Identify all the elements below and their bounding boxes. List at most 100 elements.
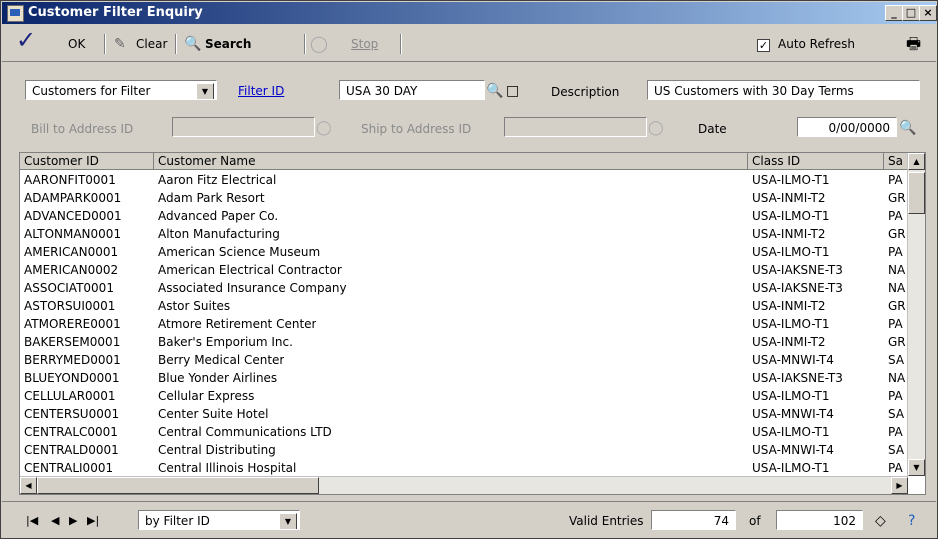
table-row[interactable]: CENTRALC0001 Central Communications LTD US… xyxy=(20,423,908,441)
customer-id-cell: CENTRALC0001 xyxy=(24,425,118,439)
first-record-icon[interactable]: |◀ xyxy=(26,514,38,527)
chevron-down-icon[interactable]: ▼ xyxy=(279,513,297,529)
next-record-icon[interactable]: ▶ xyxy=(69,514,77,527)
of-label: of xyxy=(749,514,761,528)
customer-id-cell: AARONFIT0001 xyxy=(24,173,116,187)
close-button[interactable]: × xyxy=(919,5,937,21)
salesperson-cell: PA xyxy=(888,209,903,223)
class-id-cell: USA-ILMO-T1 xyxy=(752,425,830,439)
salesperson-cell: PA xyxy=(888,389,903,403)
customer-id-cell: ASSOCIAT0001 xyxy=(24,281,114,295)
table-row[interactable]: CENTRALI0001 Central Illinois Hospital USA… xyxy=(20,459,908,477)
description-field[interactable]: US Customers with 30 Day Terms xyxy=(647,80,920,100)
table-row[interactable]: CENTRALD0001 Central Distributing USA-MNWI… xyxy=(20,441,908,459)
date-lookup-icon[interactable]: 🔍 xyxy=(899,118,916,138)
customer-id-cell: AMERICAN0001 xyxy=(24,245,119,259)
printer-icon[interactable]: 🖶 xyxy=(906,34,921,54)
bill-to-address-input[interactable] xyxy=(172,117,315,137)
vertical-scrollbar[interactable]: ▲ ▼ xyxy=(907,153,925,476)
scroll-thumb[interactable] xyxy=(908,172,925,214)
toolbar-separator xyxy=(304,34,306,54)
customer-name-cell: Astor Suites xyxy=(158,299,231,313)
ok-check-icon[interactable]: ✓ xyxy=(16,28,36,52)
column-header-customer-name[interactable]: Customer Name xyxy=(154,153,748,170)
table-row[interactable]: BERRYMED0001 Berry Medical Center USA-MNWI… xyxy=(20,351,908,369)
customer-id-cell: BLUEYOND0001 xyxy=(24,371,120,385)
table-row[interactable]: BLUEYOND0001 Blue Yonder Airlines USA-IAKS… xyxy=(20,369,908,387)
customer-name-cell: Cellular Express xyxy=(158,389,255,403)
customer-id-cell: BERRYMED0001 xyxy=(24,353,121,367)
stop-button[interactable]: Stop xyxy=(351,34,378,54)
scroll-up-arrow-icon[interactable]: ▲ xyxy=(908,153,925,170)
table-row[interactable]: ATMORERE0001 Atmore Retirement Center USA-… xyxy=(20,315,908,333)
scroll-down-arrow-icon[interactable]: ▼ xyxy=(908,459,925,476)
ok-button[interactable]: OK xyxy=(68,34,85,54)
customer-id-cell: CENTERSU0001 xyxy=(24,407,120,421)
table-row[interactable]: ADAMPARK0001 Adam Park Resort USA-INMI-T2 G… xyxy=(20,189,908,207)
chevron-down-icon[interactable]: ▼ xyxy=(196,83,214,99)
ship-to-address-input[interactable] xyxy=(504,117,647,137)
customer-name-cell: Associated Insurance Company xyxy=(158,281,347,295)
table-row[interactable]: ASTORSUI0001 Astor Suites USA-INMI-T2 GR xyxy=(20,297,908,315)
customer-filter-enquiry-window: Customer Filter Enquiry _ □ × ✓ OK ✎ Cle… xyxy=(0,0,938,539)
auto-refresh-label: Auto Refresh xyxy=(778,37,855,51)
salesperson-cell: PA xyxy=(888,245,903,259)
customer-name-cell: Alton Manufacturing xyxy=(158,227,280,241)
eraser-icon[interactable]: ✎ xyxy=(114,34,126,54)
class-id-cell: USA-IAKSNE-T3 xyxy=(752,263,843,277)
scroll-left-arrow-icon[interactable]: ◀ xyxy=(20,477,37,494)
customer-id-cell: ATMORERE0001 xyxy=(24,317,121,331)
table-row[interactable]: AMERICAN0001 American Science Museum USA-I… xyxy=(20,243,908,261)
customer-name-cell: Advanced Paper Co. xyxy=(158,209,279,223)
filter-id-input[interactable]: USA 30 DAY xyxy=(339,80,485,100)
note-icon[interactable]: □ xyxy=(506,81,519,101)
table-row[interactable]: ASSOCIAT0001 Associated Insurance Company… xyxy=(20,279,908,297)
ship-to-address-label: Ship to Address ID xyxy=(361,122,472,136)
filter-type-select[interactable]: Customers for Filter ▼ xyxy=(25,80,217,100)
customer-name-cell: Atmore Retirement Center xyxy=(158,317,317,331)
customer-id-cell: ASTORSUI0001 xyxy=(24,299,116,313)
horizontal-scrollbar[interactable]: ◀ ▶ xyxy=(20,476,908,494)
note-icon[interactable]: ◇ xyxy=(875,511,886,531)
column-header-salesperson[interactable]: Sa xyxy=(884,153,908,170)
clear-button[interactable]: Clear xyxy=(136,34,167,54)
table-row[interactable]: CENTERSU0001 Center Suite Hotel USA-MNWI-T… xyxy=(20,405,908,423)
table-row[interactable]: AARONFIT0001 Aaron Fitz Electrical USA-ILM… xyxy=(20,171,908,189)
sort-by-select[interactable]: by Filter ID ▼ xyxy=(138,510,300,530)
ship-to-lookup-icon[interactable]: ◯ xyxy=(648,118,664,138)
column-header-customer-id[interactable]: Customer ID xyxy=(20,153,154,170)
customer-id-cell: ADVANCED0001 xyxy=(24,209,122,223)
search-button[interactable]: Search xyxy=(205,34,251,54)
customer-name-cell: Baker's Emporium Inc. xyxy=(158,335,293,349)
table-row[interactable]: BAKERSEM0001 Baker's Emporium Inc. USA-INM… xyxy=(20,333,908,351)
salesperson-cell: SA xyxy=(888,407,905,421)
horizontal-scroll-thumb[interactable] xyxy=(37,477,319,494)
date-input[interactable]: 0/00/0000 xyxy=(797,117,897,137)
previous-record-icon[interactable]: ◀ xyxy=(51,514,59,527)
class-id-cell: USA-ILMO-T1 xyxy=(752,173,830,187)
filter-type-value: Customers for Filter xyxy=(32,84,151,98)
last-record-icon[interactable]: ▶| xyxy=(87,514,99,527)
table-row[interactable]: AMERICAN0002 American Electrical Contract… xyxy=(20,261,908,279)
class-id-cell: USA-IAKSNE-T3 xyxy=(752,281,843,295)
table-row[interactable]: ADVANCED0001 Advanced Paper Co. USA-ILMO-T… xyxy=(20,207,908,225)
salesperson-cell: SA xyxy=(888,353,905,367)
scroll-right-arrow-icon[interactable]: ▶ xyxy=(891,477,908,494)
help-icon[interactable]: ? xyxy=(908,511,915,531)
bill-to-lookup-icon[interactable]: ◯ xyxy=(316,118,332,138)
table-row[interactable]: ALTONMAN0001 Alton Manufacturing USA-INMI-… xyxy=(20,225,908,243)
search-binoculars-icon[interactable]: 🔍 xyxy=(184,34,201,54)
lookup-icon[interactable]: 🔍 xyxy=(486,81,503,101)
filter-id-link[interactable]: Filter ID xyxy=(238,81,284,101)
column-header-class-id[interactable]: Class ID xyxy=(748,153,884,170)
salesperson-cell: NA xyxy=(888,281,906,295)
class-id-cell: USA-INMI-T2 xyxy=(752,299,826,313)
auto-refresh-checkbox[interactable]: ✓ xyxy=(757,39,770,52)
table-row[interactable]: CELLULAR0001 Cellular Express USA-ILMO-T1 P… xyxy=(20,387,908,405)
toolbar: ✓ OK ✎ Clear 🔍 Search ◯ Stop ✓ Auto Refr… xyxy=(2,25,936,62)
bottom-bar: |◀ ◀ ▶ ▶| by Filter ID ▼ Valid Entries 7… xyxy=(2,501,936,539)
salesperson-cell: SA xyxy=(888,443,905,457)
minimize-button[interactable]: _ xyxy=(885,5,903,21)
customer-name-cell: Central Illinois Hospital xyxy=(158,461,297,475)
maximize-button[interactable]: □ xyxy=(902,5,920,21)
